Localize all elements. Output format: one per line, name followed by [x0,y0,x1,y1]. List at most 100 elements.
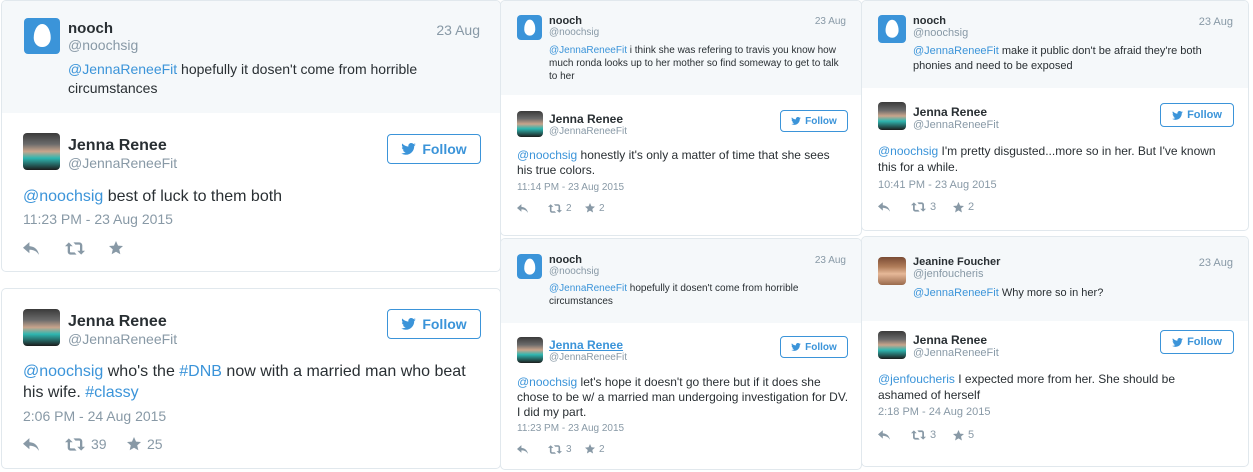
reply-button[interactable] [878,202,911,212]
author-handle[interactable]: @noochsig [549,27,599,38]
profile-avatar[interactable] [517,111,543,137]
author-name[interactable]: nooch [913,15,946,27]
hashtag-link[interactable]: #classy [85,384,138,401]
retweet-icon [65,438,85,451]
mention-link[interactable]: @JennaReneeFit [549,45,627,56]
like-button[interactable]: 2 [953,201,974,213]
retweet-button[interactable]: 3 [911,429,953,441]
tweet-timestamp[interactable]: 11:23 PM - 23 Aug 2015 [23,211,173,227]
tweet-text: @noochsig honestly it's only a matter of… [517,148,847,178]
like-button[interactable]: 2 [585,444,605,455]
tweet-card: nooch @noochsig 23 Aug @JennaReneeFit ho… [1,0,501,272]
author-handle[interactable]: @noochsig [549,266,599,277]
author-handle[interactable]: @JennaReneeFit [68,331,177,347]
profile-avatar[interactable] [878,102,906,130]
author-name[interactable]: Jeanine Foucher [913,256,1000,268]
reply-button[interactable] [23,438,65,451]
author-name[interactable]: Jenna Renee [68,313,167,331]
tweet-text: @JennaReneeFit hopefully it dosen't come… [68,60,468,98]
profile-avatar[interactable] [878,257,906,285]
mention-link[interactable]: @JennaReneeFit [549,283,627,294]
author-handle[interactable]: @noochsig [68,37,138,53]
mention-link[interactable]: @JennaReneeFit [913,287,999,299]
tweet-text: @JennaReneeFit Why more so in her? [913,286,1223,301]
tweet-text: @noochsig who's the #DNB now with a marr… [23,361,483,403]
author-name[interactable]: Jenna Renee [549,338,623,352]
egg-avatar-icon[interactable] [878,15,906,43]
retweet-button[interactable] [65,242,109,255]
author-name[interactable]: Jenna Renee [913,105,987,119]
follow-button[interactable]: Follow [780,110,848,132]
retweet-icon [911,202,926,212]
bird-icon [401,143,416,155]
tweet-date[interactable]: 23 Aug [815,16,846,27]
like-button[interactable]: 2 [585,203,605,214]
retweet-button[interactable]: 3 [548,444,585,455]
context-tweet: nooch @noochsig 23 Aug @JennaReneeFit i … [501,1,861,95]
retweet-button[interactable]: 3 [911,201,953,213]
tweet-timestamp[interactable]: 2:18 PM - 24 Aug 2015 [878,406,991,418]
like-button[interactable]: 25 [127,436,163,452]
egg-avatar-icon[interactable] [517,254,542,279]
author-name[interactable]: nooch [68,20,113,37]
tweet-date[interactable]: 23 Aug [815,255,846,266]
author-name[interactable]: Jenna Renee [68,137,167,155]
egg-avatar-icon[interactable] [517,15,542,40]
reply-button[interactable] [517,204,548,213]
reply-button[interactable] [878,430,911,440]
like-button[interactable]: 5 [953,429,974,441]
tweet-actions: 3 2 [878,201,974,213]
reply-button[interactable] [23,242,65,255]
author-handle[interactable]: @jenfoucheris [913,268,983,280]
author-name[interactable]: Jenna Renee [913,333,987,347]
like-button[interactable] [109,241,129,255]
tweet-date[interactable]: 23 Aug [436,22,480,38]
retweet-button[interactable]: 39 [65,436,127,452]
context-tweet: nooch @noochsig 23 Aug @JennaReneeFit ma… [862,1,1248,88]
retweet-count: 3 [566,443,572,455]
profile-avatar[interactable] [517,337,543,363]
author-handle[interactable]: @JennaReneeFit [913,347,999,359]
author-name[interactable]: Jenna Renee [549,112,623,126]
tweet-timestamp[interactable]: 11:14 PM - 23 Aug 2015 [517,182,624,193]
author-name[interactable]: nooch [549,15,582,27]
mention-link[interactable]: @JennaReneeFit [68,61,177,77]
hashtag-link[interactable]: #DNB [179,363,222,380]
mention-link[interactable]: @JennaReneeFit [913,45,999,57]
mention-link[interactable]: @noochsig [517,148,577,162]
mention-link[interactable]: @jenfoucheris [878,372,955,386]
tweet-timestamp[interactable]: 2:06 PM - 24 Aug 2015 [23,408,166,424]
follow-button[interactable]: Follow [387,134,481,164]
reply-icon [23,242,39,255]
follow-button[interactable]: Follow [387,309,481,339]
egg-avatar-icon[interactable] [24,18,60,54]
mention-link[interactable]: @noochsig [23,188,103,205]
author-handle[interactable]: @JennaReneeFit [549,352,627,363]
profile-avatar[interactable] [23,309,60,346]
author-handle[interactable]: @noochsig [913,27,968,39]
profile-avatar[interactable] [23,133,60,170]
follow-button[interactable]: Follow [1160,103,1234,127]
author-handle[interactable]: @JennaReneeFit [913,119,999,131]
retweet-button[interactable]: 2 [548,203,585,214]
tweet-body: best of luck to them both [103,188,283,205]
tweet-actions: 3 2 [517,443,605,455]
tweet-date[interactable]: 23 Aug [1199,257,1233,269]
author-name[interactable]: nooch [549,254,582,266]
tweet-timestamp[interactable]: 11:23 PM - 23 Aug 2015 [517,423,624,434]
follow-button[interactable]: Follow [780,336,848,358]
author-handle[interactable]: @JennaReneeFit [68,155,177,171]
reply-button[interactable] [517,445,548,454]
follow-button[interactable]: Follow [1160,330,1234,354]
star-icon [953,430,964,441]
mention-link[interactable]: @noochsig [517,375,577,389]
tweet-timestamp[interactable]: 10:41 PM - 23 Aug 2015 [878,179,997,191]
author-handle[interactable]: @JennaReneeFit [549,126,627,137]
mention-link[interactable]: @noochsig [878,144,938,158]
tweet-date[interactable]: 23 Aug [1199,16,1233,28]
star-icon [953,202,964,213]
tweet-actions: 2 2 [517,202,605,214]
profile-avatar[interactable] [878,331,906,359]
retweet-count: 39 [91,436,107,452]
mention-link[interactable]: @noochsig [23,363,103,380]
